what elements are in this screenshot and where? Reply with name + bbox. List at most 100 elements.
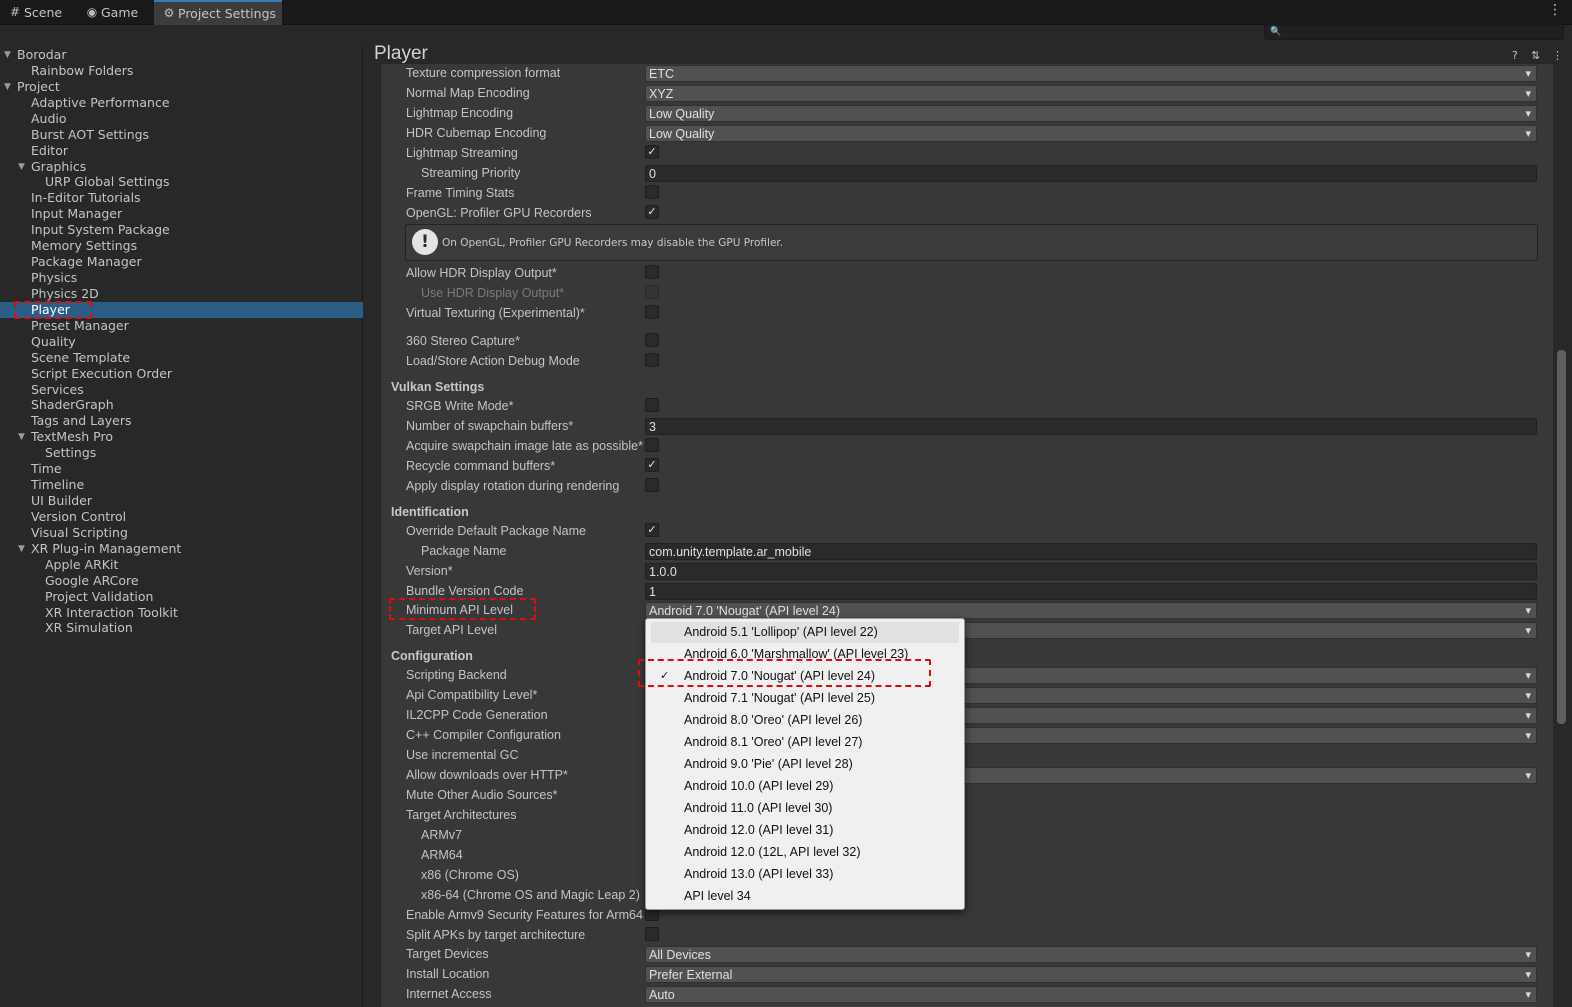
- setting-text-field[interactable]: 1.0.0: [645, 562, 1537, 580]
- setting-text-field[interactable]: com.unity.template.ar_mobile: [645, 542, 1537, 560]
- tree-item[interactable]: ▼ XR Plug-in Management: [0, 541, 363, 557]
- tree-item[interactable]: Editor: [0, 143, 363, 159]
- setting-dropdown[interactable]: Low Quality: [645, 104, 1537, 123]
- api-level-option[interactable]: API level 34: [651, 886, 959, 907]
- setting-dropdown[interactable]: ETC: [645, 64, 1537, 83]
- setting-checkbox[interactable]: [645, 438, 659, 452]
- setting-dropdown[interactable]: All Devices: [645, 945, 1537, 964]
- expand-arrow-icon[interactable]: ▼: [18, 429, 25, 445]
- setting-text-field[interactable]: 3: [645, 417, 1537, 435]
- setting-checkbox[interactable]: [645, 398, 659, 412]
- option-label: Android 13.0 (API level 33): [684, 867, 834, 881]
- setting-checkbox[interactable]: ✓: [645, 145, 659, 159]
- scrollbar-thumb[interactable]: [1557, 350, 1566, 724]
- tree-item[interactable]: Project Validation: [0, 589, 363, 605]
- api-level-option[interactable]: Android 12.0 (12L, API level 32): [651, 842, 959, 863]
- api-level-option[interactable]: Android 13.0 (API level 33): [651, 864, 959, 885]
- gamepad-icon: ◉: [86, 5, 98, 19]
- panel-menu-icon[interactable]: ⋮: [1552, 49, 1563, 62]
- api-level-option[interactable]: ✓ Android 7.0 'Nougat' (API level 24): [651, 666, 959, 687]
- expand-arrow-icon[interactable]: ▼: [18, 541, 25, 557]
- tree-item[interactable]: Visual Scripting: [0, 525, 363, 541]
- api-level-option[interactable]: Android 6.0 'Marshmallow' (API level 23): [651, 644, 959, 665]
- tree-item[interactable]: In-Editor Tutorials: [0, 190, 363, 206]
- tree-item-label: Burst AOT Settings: [31, 126, 150, 142]
- tree-item[interactable]: ▼ Borodar: [0, 47, 363, 63]
- tree-item[interactable]: Audio: [0, 111, 363, 127]
- setting-checkbox[interactable]: ✓: [645, 458, 659, 472]
- tree-item[interactable]: Script Execution Order: [0, 366, 363, 382]
- api-level-option[interactable]: Android 8.1 'Oreo' (API level 27): [651, 732, 959, 753]
- setting-dropdown[interactable]: Low Quality: [645, 124, 1537, 143]
- tree-item[interactable]: Version Control: [0, 509, 363, 525]
- tree-item[interactable]: Physics: [0, 270, 363, 286]
- tree-item[interactable]: ▼ Graphics: [0, 159, 363, 175]
- tree-item[interactable]: XR Interaction Toolkit: [0, 605, 363, 621]
- api-level-option[interactable]: Android 7.1 'Nougat' (API level 25): [651, 688, 959, 709]
- tree-item[interactable]: Quality: [0, 334, 363, 350]
- tree-item[interactable]: XR Simulation: [0, 620, 363, 636]
- setting-dropdown[interactable]: XYZ: [645, 84, 1537, 103]
- expand-arrow-icon[interactable]: ▼: [18, 159, 25, 175]
- search-input[interactable]: 🔍: [1264, 24, 1564, 40]
- setting-text-field[interactable]: 1: [645, 582, 1537, 600]
- tab-game[interactable]: ◉ Game: [77, 0, 147, 25]
- tree-item[interactable]: Preset Manager: [0, 318, 363, 334]
- tree-item[interactable]: Player: [0, 301, 363, 318]
- tree-item-label: Project Validation: [45, 588, 154, 604]
- tree-item[interactable]: ▼ Project: [0, 79, 363, 95]
- tree-item[interactable]: Time: [0, 461, 363, 477]
- tree-item[interactable]: Apple ARKit: [0, 557, 363, 573]
- setting-checkbox[interactable]: [645, 353, 659, 367]
- setting-dropdown[interactable]: Prefer External: [645, 965, 1537, 984]
- tree-item[interactable]: Physics 2D: [0, 286, 363, 302]
- tab-project-settings[interactable]: ⚙ Project Settings: [154, 0, 282, 25]
- tree-item[interactable]: UI Builder: [0, 493, 363, 509]
- setting-dropdown[interactable]: Android 7.0 'Nougat' (API level 24): [645, 601, 1537, 620]
- tree-item-label: Package Manager: [31, 254, 142, 270]
- tree-item[interactable]: Google ARCore: [0, 573, 363, 589]
- tab-scene[interactable]: # Scene: [0, 0, 72, 25]
- tree-item[interactable]: Services: [0, 382, 363, 398]
- api-level-option[interactable]: Android 9.0 'Pie' (API level 28): [651, 754, 959, 775]
- window-menu-icon[interactable]: ⋮: [1548, 2, 1562, 18]
- tree-item[interactable]: Tags and Layers: [0, 413, 363, 429]
- setting-text-field[interactable]: 0: [645, 164, 1537, 182]
- tree-item[interactable]: Input Manager: [0, 206, 363, 222]
- tree-item[interactable]: URP Global Settings: [0, 174, 363, 190]
- setting-checkbox[interactable]: ✓: [645, 205, 659, 219]
- tree-item[interactable]: Scene Template: [0, 350, 363, 366]
- api-level-option[interactable]: Android 11.0 (API level 30): [651, 798, 959, 819]
- tree-item[interactable]: Package Manager: [0, 254, 363, 270]
- expand-arrow-icon[interactable]: ▼: [4, 79, 11, 95]
- tree-item[interactable]: Memory Settings: [0, 238, 363, 254]
- tree-item[interactable]: Settings: [0, 445, 363, 461]
- setting-checkbox[interactable]: ✓: [645, 523, 659, 537]
- tree-item[interactable]: Timeline: [0, 477, 363, 493]
- tree-item[interactable]: ShaderGraph: [0, 397, 363, 413]
- api-level-option[interactable]: Android 12.0 (API level 31): [651, 820, 959, 841]
- section-header: Identification: [391, 505, 469, 519]
- setting-label: Target API Level: [406, 623, 498, 637]
- setting-checkbox[interactable]: [645, 185, 659, 199]
- tree-item[interactable]: Input System Package: [0, 222, 363, 238]
- tree-item[interactable]: ▼ TextMesh Pro: [0, 429, 363, 445]
- setting-checkbox[interactable]: [645, 333, 659, 347]
- setting-checkbox[interactable]: [645, 927, 659, 941]
- tree-item[interactable]: Adaptive Performance: [0, 95, 363, 111]
- tree-item[interactable]: Burst AOT Settings: [0, 127, 363, 143]
- setting-checkbox[interactable]: [645, 305, 659, 319]
- preset-icon[interactable]: ⇅: [1531, 49, 1540, 62]
- expand-arrow-icon[interactable]: ▼: [4, 47, 11, 63]
- api-level-option[interactable]: Android 5.1 'Lollipop' (API level 22): [651, 622, 959, 643]
- api-level-option[interactable]: Android 10.0 (API level 29): [651, 776, 959, 797]
- api-level-option[interactable]: Android 8.0 'Oreo' (API level 26): [651, 710, 959, 731]
- setting-dropdown[interactable]: Auto: [645, 985, 1537, 1004]
- setting-checkbox[interactable]: [645, 265, 659, 279]
- help-icon[interactable]: ?: [1512, 49, 1518, 62]
- tree-item-label: XR Interaction Toolkit: [45, 604, 178, 620]
- tree-item-label: Quality: [31, 333, 76, 349]
- tree-item-label: Audio: [31, 110, 67, 126]
- setting-checkbox[interactable]: [645, 478, 659, 492]
- tree-item[interactable]: Rainbow Folders: [0, 63, 363, 79]
